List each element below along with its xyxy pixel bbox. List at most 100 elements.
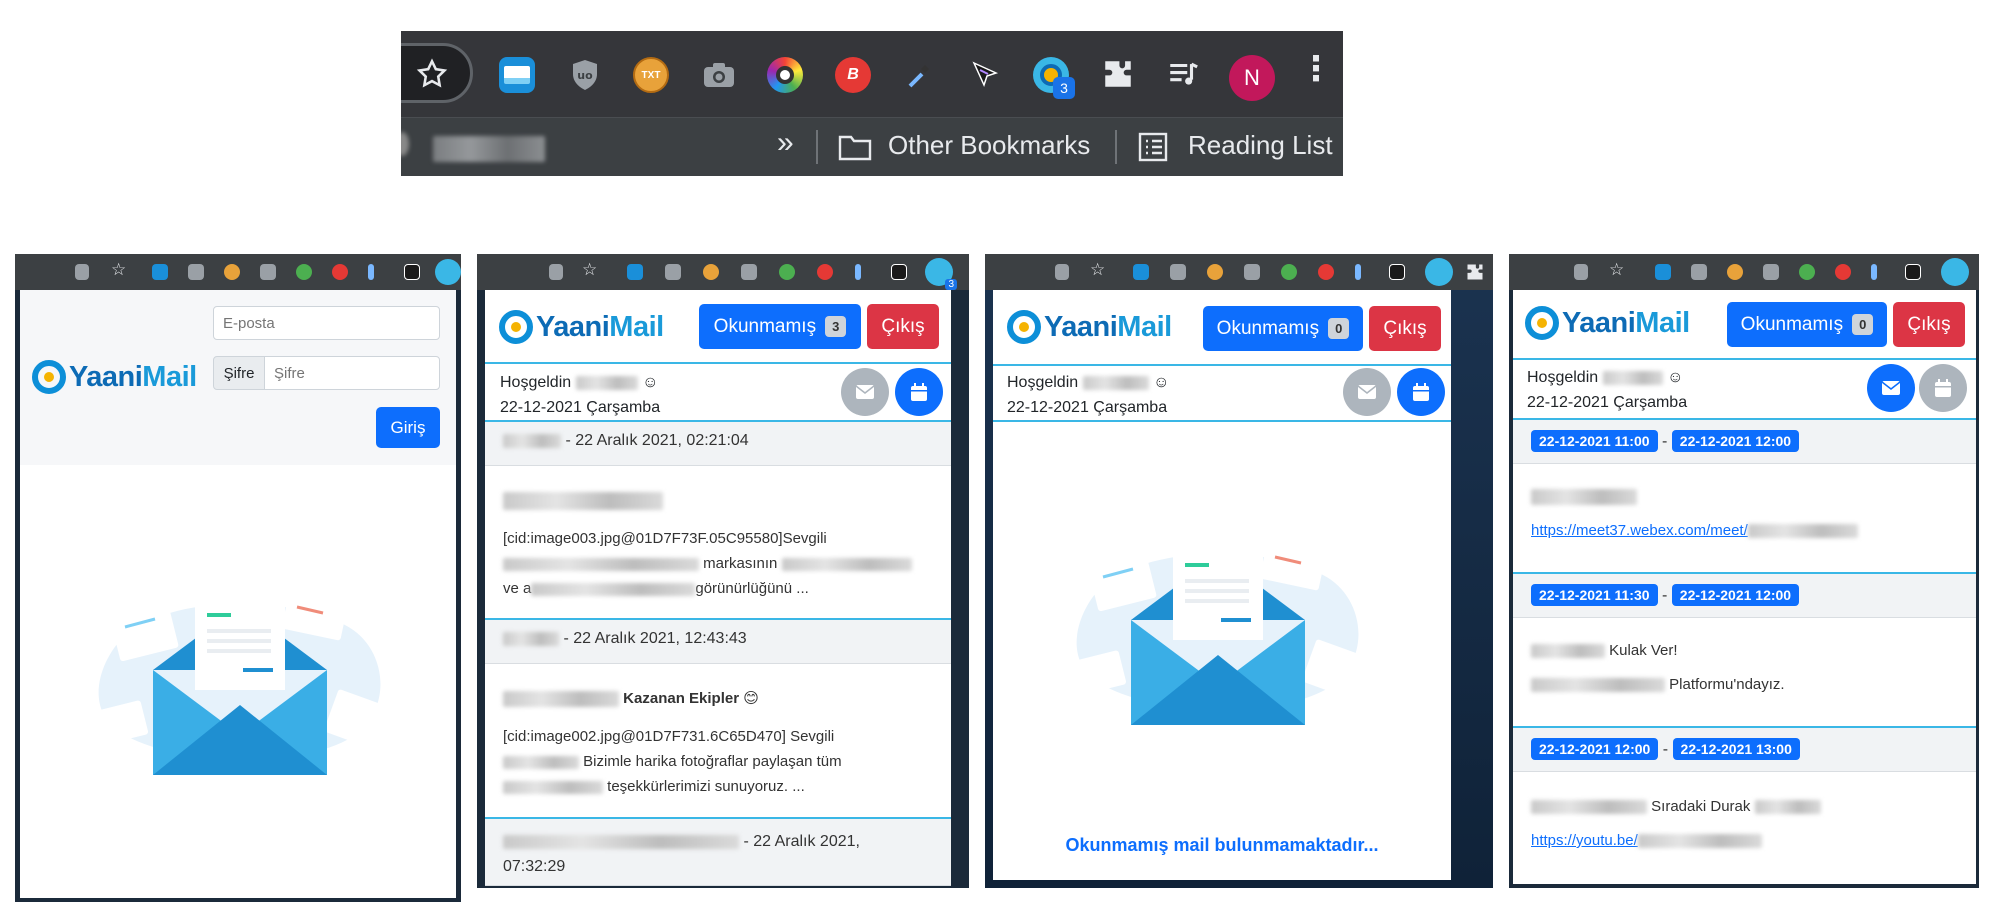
- b-extension-icon[interactable]: [1835, 264, 1851, 280]
- mail-item[interactable]: Kazanan Ekipler 😊 [cid:image002.jpg@01D7…: [485, 674, 951, 804]
- whiteboard-extension-icon[interactable]: [152, 264, 168, 280]
- yaanimail-extension-icon[interactable]: 3: [1033, 57, 1075, 99]
- event-time-range[interactable]: 22-12-2021 11:30 - 22-12-2021 12:00: [1513, 572, 1976, 618]
- cursor-extension-icon[interactable]: [1905, 264, 1921, 280]
- color-picker-extension-icon[interactable]: [767, 57, 803, 93]
- cursor-extension-icon[interactable]: [967, 57, 1003, 93]
- calendar-toggle-button[interactable]: [1397, 368, 1445, 416]
- more-menu-icon[interactable]: ⋮: [1299, 49, 1333, 89]
- folder-icon[interactable]: [837, 132, 873, 162]
- txt-extension-icon[interactable]: [1207, 264, 1223, 280]
- yaanimail-extension-icon[interactable]: [1941, 258, 1969, 286]
- txt-extension-icon[interactable]: [1727, 264, 1743, 280]
- ublock-extension-icon[interactable]: [1170, 264, 1186, 280]
- reading-mode-icon[interactable]: [1165, 57, 1201, 91]
- ublock-extension-icon[interactable]: uo: [567, 57, 603, 93]
- mail-meta[interactable]: - 22 Aralık 2021, 12:43:43: [485, 618, 951, 664]
- bookmark-favicon[interactable]: [401, 132, 409, 156]
- color-picker-extension-icon[interactable]: [1799, 264, 1815, 280]
- yaanimail-extension-icon[interactable]: [435, 259, 461, 285]
- other-bookmarks-label[interactable]: Other Bookmarks: [888, 130, 1090, 161]
- empty-state-message: Okunmamış mail bulunmamaktadır...: [1065, 835, 1379, 855]
- eyedropper-extension-icon[interactable]: [368, 264, 374, 280]
- b-extension-icon[interactable]: [1318, 264, 1334, 280]
- redacted-text: [531, 582, 696, 596]
- cursor-extension-icon[interactable]: [1389, 264, 1405, 280]
- mail-toggle-button[interactable]: [1867, 364, 1915, 412]
- star-icon[interactable]: [415, 57, 449, 91]
- mail-preview-line: teşekkürlerimizi sunuyoruz. ...: [503, 774, 933, 799]
- whiteboard-extension-icon[interactable]: [1133, 264, 1149, 280]
- mail-preview-text: markasının: [703, 555, 778, 572]
- b-extension-icon[interactable]: [817, 264, 833, 280]
- unread-button[interactable]: Okunmamış 3: [699, 304, 861, 349]
- cursor-extension-icon[interactable]: [404, 264, 420, 280]
- logout-button[interactable]: Çıkış: [1369, 306, 1441, 351]
- logout-button[interactable]: Çıkış: [867, 304, 939, 349]
- eyedropper-extension-icon[interactable]: [901, 57, 937, 93]
- event-link[interactable]: https://youtu.be/: [1531, 832, 1638, 849]
- share-icon[interactable]: [1055, 264, 1069, 280]
- unread-button[interactable]: Okunmamış 0: [1203, 306, 1363, 351]
- whiteboard-extension-icon[interactable]: [499, 57, 535, 93]
- ublock-extension-icon[interactable]: [665, 264, 681, 280]
- share-icon[interactable]: [549, 264, 563, 280]
- event-time-range[interactable]: 22-12-2021 12:00 - 22-12-2021 13:00: [1513, 726, 1976, 772]
- event-start-badge: 22-12-2021 11:30: [1531, 584, 1658, 606]
- puzzle-icon[interactable]: [1101, 57, 1135, 91]
- event-item[interactable]: https://meet37.webex.com/meet/: [1513, 474, 1976, 543]
- star-icon[interactable]: ☆: [111, 260, 127, 279]
- login-button[interactable]: Giriş: [376, 407, 440, 448]
- star-icon[interactable]: ☆: [1090, 260, 1106, 279]
- b-extension-icon[interactable]: B: [835, 57, 871, 93]
- camera-extension-icon[interactable]: [741, 264, 757, 280]
- logout-button[interactable]: Çıkış: [1893, 302, 1965, 347]
- unread-button[interactable]: Okunmamış 0: [1727, 302, 1887, 347]
- calendar-toggle-button[interactable]: [1919, 364, 1967, 412]
- yaanimail-extension-icon[interactable]: 3: [925, 258, 957, 290]
- bookmarks-overflow-icon[interactable]: »: [777, 126, 794, 160]
- eyedropper-extension-icon[interactable]: [1355, 264, 1361, 280]
- camera-extension-icon[interactable]: [1763, 264, 1779, 280]
- yaanimail-extension-icon[interactable]: [1425, 258, 1453, 286]
- redacted-bookmark[interactable]: [433, 136, 545, 162]
- whiteboard-extension-icon[interactable]: [1655, 264, 1671, 280]
- profile-avatar[interactable]: N: [1229, 55, 1275, 101]
- reading-list-label[interactable]: Reading List: [1188, 130, 1333, 161]
- txt-extension-icon[interactable]: [703, 264, 719, 280]
- mail-toggle-button[interactable]: [841, 368, 889, 416]
- share-icon[interactable]: [1574, 264, 1588, 280]
- color-picker-extension-icon[interactable]: [296, 264, 312, 280]
- mail-meta[interactable]: - 22 Aralık 2021, 02:21:04: [485, 420, 951, 466]
- txt-extension-icon[interactable]: TXT: [633, 57, 669, 93]
- eyedropper-extension-icon[interactable]: [855, 264, 861, 280]
- puzzle-icon[interactable]: [1465, 262, 1485, 282]
- camera-extension-icon[interactable]: [1244, 264, 1260, 280]
- b-extension-icon[interactable]: [332, 264, 348, 280]
- event-time-range[interactable]: 22-12-2021 11:00 - 22-12-2021 12:00: [1513, 418, 1976, 464]
- mail-item[interactable]: [cid:image003.jpg@01D7F73F.05C95580]Sevg…: [485, 476, 951, 606]
- camera-extension-icon[interactable]: [701, 57, 737, 93]
- event-item[interactable]: Sıradaki Durak https://youtu.be/: [1513, 784, 1976, 853]
- ublock-extension-icon[interactable]: [1691, 264, 1707, 280]
- event-end-badge: 22-12-2021 12:00: [1671, 430, 1800, 452]
- calendar-toggle-button[interactable]: [895, 368, 943, 416]
- whiteboard-extension-icon[interactable]: [627, 264, 643, 280]
- color-picker-extension-icon[interactable]: [1281, 264, 1297, 280]
- email-field[interactable]: [213, 306, 440, 340]
- star-icon[interactable]: ☆: [1609, 260, 1625, 279]
- reading-list-icon[interactable]: [1138, 132, 1168, 162]
- event-link[interactable]: https://meet37.webex.com/meet/: [1531, 522, 1748, 539]
- eyedropper-extension-icon[interactable]: [1871, 264, 1877, 280]
- mail-meta[interactable]: - 22 Aralık 2021, 07:32:29: [485, 817, 951, 886]
- event-item[interactable]: Kulak Ver! Platformu'ndayız.: [1513, 630, 1976, 697]
- share-icon[interactable]: [75, 264, 89, 280]
- camera-extension-icon[interactable]: [260, 264, 276, 280]
- color-picker-extension-icon[interactable]: [779, 264, 795, 280]
- mail-toggle-button[interactable]: [1343, 368, 1391, 416]
- ublock-extension-icon[interactable]: [188, 264, 204, 280]
- password-field[interactable]: [264, 356, 440, 390]
- star-icon[interactable]: ☆: [582, 260, 598, 279]
- cursor-extension-icon[interactable]: [891, 264, 907, 280]
- txt-extension-icon[interactable]: [224, 264, 240, 280]
